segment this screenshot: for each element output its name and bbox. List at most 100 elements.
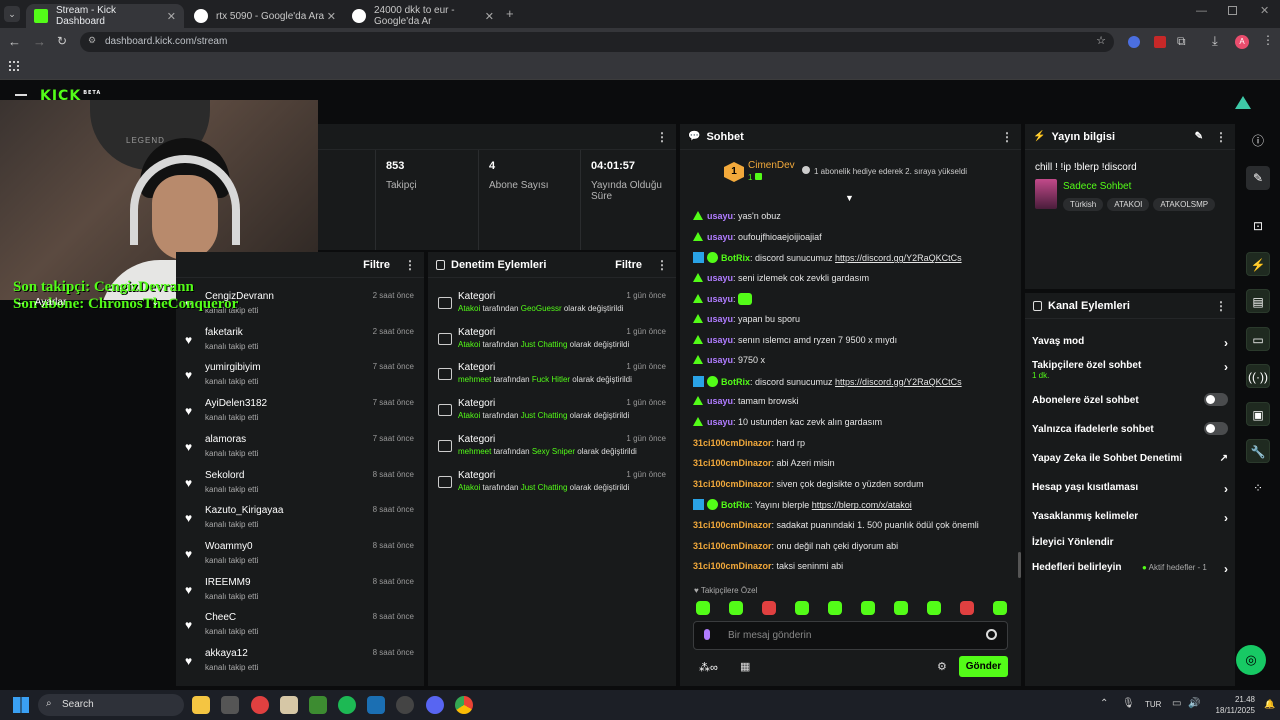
url-input[interactable]: ⚙ dashboard.kick.com/stream ☆ — [80, 32, 1114, 52]
apps-grid-icon[interactable] — [9, 61, 19, 71]
send-button[interactable]: Gönder — [959, 656, 1008, 677]
chat-link[interactable]: https://discord.gg/Y2RaQKCtCs — [835, 253, 962, 263]
chat-username[interactable]: usayu — [707, 314, 733, 324]
notification-icon[interactable]: 🔔 — [1264, 699, 1275, 710]
system-tray-up-icon[interactable]: ⌃ — [1100, 698, 1108, 709]
channel-action-row[interactable]: Abonelere özel sohbet — [1032, 393, 1228, 406]
chat-username[interactable]: usayu — [707, 294, 733, 304]
chat-username[interactable]: 31ci100cmDinazor — [693, 438, 772, 448]
chat-input-box[interactable]: Bir mesaj gönderin — [693, 621, 1008, 650]
moderation-row[interactable]: Kategori Atakoi tarafından Just Chatting… — [434, 394, 674, 430]
more-options-icon[interactable]: ⋮ — [1215, 299, 1227, 313]
moderation-row[interactable]: Kategori mehmeet tarafından Sexy Sniper … — [434, 430, 674, 466]
chrome-icon[interactable] — [455, 696, 473, 714]
channel-action-row[interactable]: Yapay Zeka ile Sohbet Denetimi ↗ — [1032, 453, 1228, 464]
collapse-pinned-icon[interactable]: ▼ — [845, 193, 854, 203]
follower-name[interactable]: Sekolord — [205, 470, 244, 481]
chat-username[interactable]: usayu — [707, 417, 733, 427]
more-options-icon[interactable]: ⋮ — [404, 258, 416, 272]
settings-link[interactable]: ← Ayarlar ⌄ — [16, 297, 160, 308]
pencil-icon[interactable]: ✎ — [1246, 166, 1270, 190]
edit-pencil-icon[interactable]: ✎ — [1195, 131, 1203, 142]
steam-icon[interactable] — [367, 696, 385, 714]
tab-google-dkk[interactable]: 24000 dkk to eur - Google'da Ar ✕ — [344, 4, 502, 28]
tab-google-rtx[interactable]: rtx 5090 - Google'da Ara ✕ — [186, 4, 344, 28]
follower-name[interactable]: akkaya12 — [205, 648, 248, 659]
spotify-icon[interactable] — [338, 696, 356, 714]
discord-icon[interactable] — [426, 696, 444, 714]
volume-icon[interactable]: 🔊 — [1188, 698, 1200, 709]
chat-username[interactable]: usayu — [707, 273, 733, 283]
follower-row[interactable]: ♥ Kazuto_Kirigayaa kanalı takip etti 8 s… — [182, 501, 422, 537]
category-name[interactable]: Sadece Sohbet — [1063, 181, 1131, 192]
tag[interactable]: ATAKOI — [1107, 198, 1150, 211]
chat-username[interactable]: usayu — [707, 211, 733, 221]
clock[interactable]: 21.48 18/11/2025 — [1210, 694, 1255, 716]
toggle-switch[interactable] — [1204, 422, 1228, 435]
minecraft-icon[interactable] — [309, 696, 327, 714]
chat-username[interactable]: 31ci100cmDinazor — [693, 458, 772, 468]
more-options-icon[interactable]: ⋮ — [656, 258, 668, 272]
language-indicator[interactable]: TUR — [1145, 700, 1161, 709]
app-icon[interactable] — [280, 696, 298, 714]
browser-menu-icon[interactable]: ⋮ — [1262, 33, 1274, 47]
emote-icon[interactable] — [927, 601, 941, 615]
close-window-button[interactable]: ✕ — [1260, 4, 1269, 17]
more-options-icon[interactable]: ⋮ — [1215, 130, 1227, 144]
extension-icon[interactable] — [1128, 36, 1140, 48]
emote-icon[interactable] — [696, 601, 710, 615]
extensions-puzzle-icon[interactable]: ⧉ — [1177, 34, 1186, 49]
toggle-switch[interactable] — [1204, 393, 1228, 406]
microphone-icon[interactable] — [704, 629, 710, 640]
layout-icon[interactable]: ▣ — [1246, 402, 1270, 426]
minimize-button[interactable]: — — [1196, 5, 1207, 17]
channel-action-row[interactable]: Yavaş mod › — [1032, 336, 1228, 350]
tab-kick-dashboard[interactable]: Stream - Kick Dashboard ✕ — [26, 4, 184, 28]
info-icon[interactable]: ⓘ — [1246, 129, 1270, 153]
channel-action-row[interactable]: Yasaklanmış kelimeler › — [1032, 511, 1228, 525]
tag[interactable]: Türkish — [1063, 198, 1104, 211]
chat-username[interactable]: 31ci100cmDinazor — [693, 520, 772, 530]
chat-username[interactable]: 31ci100cmDinazor — [693, 561, 772, 571]
tag[interactable]: ATAKOLSMP — [1153, 198, 1216, 211]
chat-username[interactable]: BotRix — [721, 377, 750, 387]
more-options-icon[interactable]: ⋮ — [656, 130, 668, 144]
follower-row[interactable]: ♥ CheeC kanalı takip etti 8 saat önce — [182, 608, 422, 644]
emote-icon[interactable] — [894, 601, 908, 615]
chat-link[interactable]: https://discord.gg/Y2RaQKCtCs — [835, 377, 962, 387]
emote-icon[interactable] — [861, 601, 875, 615]
follower-name[interactable]: yumirgibiyim — [205, 362, 261, 373]
filter-button[interactable]: Filtre — [615, 259, 642, 271]
emote-icon[interactable] — [795, 601, 809, 615]
chat-username[interactable]: usayu — [707, 232, 733, 242]
new-tab-button[interactable]: + — [506, 6, 514, 21]
follower-row[interactable]: ♥ AyiDelen3182 kanalı takip etti 7 saat … — [182, 394, 422, 430]
follower-row[interactable]: ♥ faketarik kanalı takip etti 2 saat önc… — [182, 323, 422, 359]
apps-icon[interactable]: ⁘ — [1246, 476, 1270, 500]
follower-name[interactable]: Kazuto_Kirigayaa — [205, 505, 283, 516]
lightning-icon[interactable]: ⚡ — [1246, 252, 1270, 276]
profile-avatar[interactable]: A — [1235, 35, 1249, 49]
follower-name[interactable]: IREEMM9 — [205, 577, 251, 588]
wrench-icon[interactable]: 🔧 — [1246, 439, 1270, 463]
tab-list-button[interactable]: ⌄ — [4, 6, 20, 22]
chat-username[interactable]: BotRix — [721, 500, 750, 510]
follower-name[interactable]: CheeC — [205, 612, 236, 623]
moderation-row[interactable]: Kategori Atakoi tarafından Just Chatting… — [434, 323, 674, 359]
follower-row[interactable]: ♥ IREEMM9 kanalı takip etti 8 saat önce — [182, 573, 422, 609]
back-icon[interactable]: ← — [8, 34, 21, 49]
emote-icon[interactable] — [993, 601, 1007, 615]
points-icon[interactable]: ⁂∞ — [699, 661, 718, 674]
follower-row[interactable]: ♥ akkaya12 kanalı takip etti 8 saat önce — [182, 644, 422, 680]
chat-username[interactable]: usayu — [707, 396, 733, 406]
close-tab-icon[interactable]: ✕ — [485, 10, 494, 23]
kick-brand-icon[interactable] — [1235, 96, 1251, 109]
channel-action-row[interactable]: Takipçilere özel sohbet 1 dk. › — [1032, 360, 1228, 380]
microphone-tray-icon[interactable]: 🎙 — [1122, 698, 1135, 709]
close-tab-icon[interactable]: ✕ — [167, 10, 176, 23]
bookmark-star-icon[interactable]: ☆ — [1096, 34, 1106, 47]
file-explorer-icon[interactable] — [192, 696, 210, 714]
follower-name[interactable]: faketarik — [205, 327, 243, 338]
channel-action-row[interactable]: Hedefleri belirleyin ● Aktif hedefler - 1… — [1032, 562, 1228, 576]
chat-settings-gear-icon[interactable]: ⚙ — [937, 660, 947, 673]
